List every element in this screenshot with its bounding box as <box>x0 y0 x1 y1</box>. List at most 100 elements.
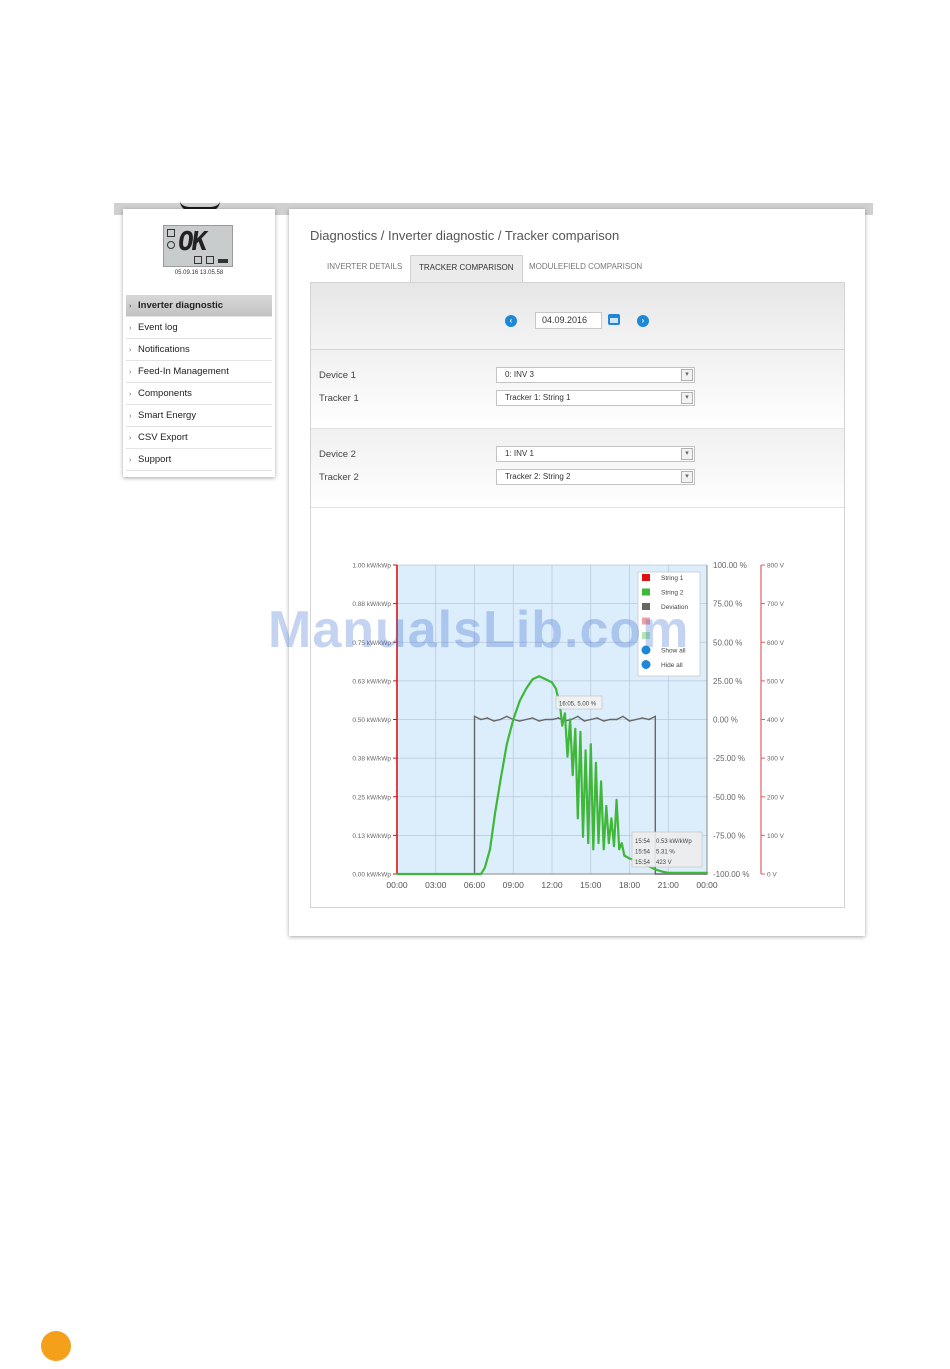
string2-point <box>569 718 571 721</box>
string2-point <box>607 842 610 844</box>
middle-axis-tick-label: -25.00 % <box>713 754 745 763</box>
sidebar-item-label: Feed-In Management <box>138 366 229 377</box>
device-timestamp: 05.09.16 13.05.58 <box>174 270 224 276</box>
deviation-point <box>628 720 631 722</box>
deviation-point <box>603 720 605 722</box>
string2-point <box>600 780 602 783</box>
device1-label: Device 1 <box>319 370 356 381</box>
legend-label: Hide all <box>661 662 683 669</box>
middle-axis-tick-label: 0.00 % <box>713 716 738 725</box>
middle-axis-tick-label: 100.00 % <box>713 561 747 570</box>
chevron-right-icon: › <box>129 325 132 332</box>
previous-day-button[interactable]: ‹ <box>505 315 517 327</box>
sidebar-item-label: Inverter diagnostic <box>138 300 223 311</box>
string2-point <box>574 727 577 730</box>
string2-point <box>597 842 600 844</box>
battery-icon <box>206 256 214 264</box>
calendar-icon[interactable] <box>608 314 620 325</box>
left-axis-tick-label: 0.25 kW/kWp <box>352 794 391 801</box>
x-tick-label: 00:00 <box>386 880 408 890</box>
deviation-point <box>486 717 489 719</box>
deviation-point <box>590 718 592 721</box>
tracker1-select[interactable]: Tracker 1: String 1 ▾ <box>496 390 695 406</box>
tracker1-value: Tracker 1: String 1 <box>505 393 571 402</box>
tracker2-label: Tracker 2 <box>319 472 359 483</box>
inverter-icon <box>194 256 202 264</box>
sidebar-item-support[interactable]: › Support <box>126 449 272 471</box>
chevron-down-icon: ▾ <box>681 369 693 381</box>
sidebar-item-label: Support <box>138 454 172 465</box>
tracker-comparison-chart: 00:00 03:00 06:00 09:00 12:00 15:00 18:00 21:00… <box>352 561 785 890</box>
string2-point <box>499 780 502 783</box>
sidebar-item-components[interactable]: › Components <box>126 383 272 405</box>
date-input[interactable]: 04.09.2016 <box>535 312 602 329</box>
device2-select[interactable]: 1: INV 1 ▾ <box>496 446 695 462</box>
lcd-status-text: OK <box>175 227 208 257</box>
x-tick-label: 03:00 <box>425 880 447 890</box>
deviation-point <box>622 715 624 718</box>
string2-point <box>489 848 491 851</box>
sidebar-item-event-log[interactable]: › Event log <box>126 317 272 339</box>
deviation-point <box>583 720 585 722</box>
deviation-point <box>544 718 547 721</box>
middle-axis-tick-label: -75.00 % <box>713 831 745 840</box>
device1-select[interactable]: 0: INV 3 ▾ <box>496 367 695 383</box>
deviation-point <box>641 717 644 719</box>
tab-modulefield-comparison[interactable]: MODULEFIELD COMPARISON <box>529 255 642 282</box>
left-axis-tick-label: 1.00 kW/kWp <box>352 563 391 570</box>
deviation-point <box>551 718 553 721</box>
sidebar-item-feed-in-management[interactable]: › Feed-In Management <box>126 361 272 383</box>
string2-point <box>613 845 615 848</box>
right-axis-tick-label: 400 V <box>767 717 785 724</box>
string2-point <box>561 724 564 727</box>
deviation-point <box>615 718 618 721</box>
device-display: OK <box>163 225 233 267</box>
deviation-point <box>609 718 611 721</box>
tab-inverter-details[interactable]: INVERTER DETAILS <box>327 255 402 282</box>
string2-point <box>654 868 657 871</box>
chevron-right-icon: › <box>129 369 132 376</box>
device1-section: Device 1 0: INV 3 ▾ Tracker 1 Tracker 1:… <box>311 350 844 429</box>
tab-tracker-comparison[interactable]: TRACKER COMPARISON <box>410 255 523 282</box>
left-axis-tick-label: 0.38 kW/kWp <box>352 756 391 763</box>
string2-point <box>544 678 547 681</box>
chevron-right-icon: › <box>129 413 132 420</box>
sidebar-item-smart-energy[interactable]: › Smart Energy <box>126 405 272 427</box>
string2-point <box>623 854 626 857</box>
tooltip-value: 423 V <box>656 860 672 866</box>
sidebar-item-csv-export[interactable]: › CSV Export <box>126 427 272 449</box>
string2-point <box>610 817 613 820</box>
string2-point <box>480 873 482 875</box>
chevron-down-icon: ▾ <box>681 392 693 404</box>
tracker2-select[interactable]: Tracker 2: String 2 ▾ <box>496 469 695 485</box>
right-axis-tick-label: 700 V <box>767 601 785 608</box>
device2-label: Device 2 <box>319 449 356 460</box>
left-axis-tick-label: 0.00 kW/kWp <box>352 872 391 879</box>
x-tick-label: 18:00 <box>619 880 641 890</box>
string2-point <box>571 774 574 776</box>
string2-point <box>505 743 508 746</box>
device1-value: 0: INV 3 <box>505 370 534 379</box>
level-bar-icon <box>218 259 228 263</box>
sidebar-item-notifications[interactable]: › Notifications <box>126 339 272 361</box>
globe-icon <box>167 241 175 249</box>
device2-value: 1: INV 1 <box>505 449 534 458</box>
sidebar-item-inverter-diagnostic[interactable]: › Inverter diagnostic <box>126 295 272 317</box>
tooltip-time: 15:54 <box>635 850 651 856</box>
string2-point <box>706 871 708 874</box>
deviation-point <box>635 718 637 721</box>
x-tick-label: 00:00 <box>696 880 718 890</box>
chevron-right-icon: › <box>129 303 132 310</box>
sidebar-item-label: Event log <box>138 322 178 333</box>
deviation-point <box>499 718 501 721</box>
next-day-button[interactable]: › <box>637 315 649 327</box>
page-bullet <box>41 1331 71 1361</box>
sidebar-menu: › Inverter diagnostic › Event log › Notific… <box>126 295 272 471</box>
middle-axis-tick-label: -50.00 % <box>713 793 745 802</box>
breadcrumb: Diagnostics / Inverter diagnostic / Trac… <box>310 228 620 243</box>
right-axis-tick-label: 0 V <box>767 872 777 879</box>
string2-point <box>396 873 398 875</box>
legend-label: String 2 <box>661 590 684 597</box>
deviation-point <box>473 715 476 718</box>
left-axis-tick-label: 0.50 kW/kWp <box>352 717 391 724</box>
